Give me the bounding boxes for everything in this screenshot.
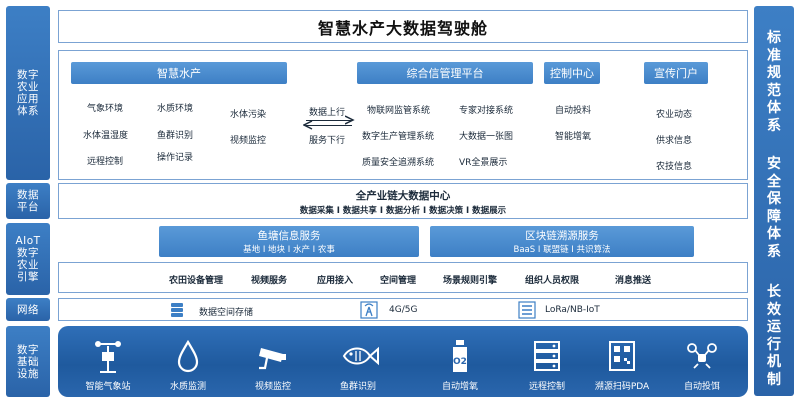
engine-item: 空间管理 bbox=[380, 276, 417, 286]
svg-text:O2: O2 bbox=[453, 357, 467, 367]
app-item: 农技信息 bbox=[656, 162, 693, 172]
engine-item: 场景规则引擎 bbox=[443, 276, 498, 286]
application-layer: 智慧水产 气象环境 水质环境 水体污染 水体温湿度 鱼群识别 视频监控 远程控制… bbox=[58, 50, 748, 180]
qr-code-icon bbox=[609, 341, 635, 371]
infra-label: 自动投饵 bbox=[683, 382, 720, 392]
network-item-label: 数据空间存储 bbox=[199, 308, 254, 318]
blockchain-trace-sub: BaaS I 联盟链 I 共识算法 bbox=[513, 245, 611, 255]
infra-label: 远程控制 bbox=[528, 382, 565, 392]
app-item: 农业动态 bbox=[656, 110, 693, 120]
engine-item: 视频服务 bbox=[251, 276, 288, 286]
weather-station-icon bbox=[95, 341, 121, 373]
blockchain-trace-title: 区块链溯源服务 bbox=[525, 230, 599, 242]
infra-label: 自动增氧 bbox=[441, 382, 478, 392]
app-item: 视频监控 bbox=[230, 136, 267, 146]
portal-header[interactable]: 宣传门户 bbox=[644, 62, 708, 84]
engine-item: 组织人员权限 bbox=[525, 276, 580, 286]
network-item-label: 4G/5G bbox=[389, 305, 418, 315]
app-item: 自动投料 bbox=[555, 106, 592, 116]
infra-label: 溯源扫码PDA bbox=[594, 382, 650, 392]
cctv-camera-icon bbox=[259, 348, 286, 370]
flow-up-label: 数据上行 bbox=[309, 108, 346, 118]
server-icon bbox=[534, 341, 560, 371]
data-platform-box: 全产业链大数据中心 数据采集 I 数据共享 I 数据分析 I 数据决策 I 数据… bbox=[58, 183, 748, 219]
oxygen-bottle-icon: O2 bbox=[453, 340, 467, 372]
network-box: 数据空间存储 4G/5G LoRa/NB-IoT bbox=[58, 298, 748, 321]
app-item: 操作记录 bbox=[157, 153, 194, 163]
infra-auto-feeding[interactable]: 自动投饵 bbox=[662, 326, 742, 397]
page-title: 智慧水产大数据驾驶舱 bbox=[58, 10, 748, 43]
app-item: 水体温湿度 bbox=[83, 131, 129, 141]
app-item: 气象环境 bbox=[87, 104, 124, 114]
app-item: 远程控制 bbox=[87, 157, 124, 167]
standard-system-text: 标准规范体系 bbox=[767, 30, 781, 134]
signal-tower-icon bbox=[360, 301, 378, 319]
app-item: 专家对接系统 bbox=[459, 106, 514, 116]
app-item: 水质环境 bbox=[157, 104, 194, 114]
infra-auto-oxygen[interactable]: O2 自动增氧 bbox=[420, 326, 500, 397]
blockchain-trace-service[interactable]: 区块链溯源服务 BaaS I 联盟链 I 共识算法 bbox=[430, 226, 694, 257]
label-network: 网络 bbox=[6, 298, 50, 321]
fish-info-service[interactable]: 鱼塘信息服务 基地 I 地块 I 水产 I 农事 bbox=[159, 226, 419, 257]
label-data-platform: 数据平台 bbox=[6, 183, 50, 219]
app-item: 大数据一张图 bbox=[459, 132, 514, 142]
infra-label: 视频监控 bbox=[254, 382, 291, 392]
control-center-header[interactable]: 控制中心 bbox=[544, 62, 600, 84]
flow-down-label: 服务下行 bbox=[309, 136, 346, 146]
network-item-label: LoRa/NB-IoT bbox=[545, 305, 600, 315]
infra-video-monitor[interactable]: 视频监控 bbox=[233, 326, 313, 397]
data-center-subtitle: 数据采集 I 数据共享 I 数据分析 I 数据决策 I 数据展示 bbox=[299, 206, 507, 216]
engine-item: 农田设备管理 bbox=[169, 276, 224, 286]
data-center-title: 全产业链大数据中心 bbox=[355, 190, 451, 202]
lora-icon bbox=[518, 301, 536, 319]
engine-item: 应用接入 bbox=[317, 276, 354, 286]
engine-item: 消息推送 bbox=[615, 276, 652, 286]
label-infrastructure: 数字基础设施 bbox=[6, 326, 50, 397]
database-icon bbox=[171, 303, 183, 317]
infra-remote-control[interactable]: 远程控制 bbox=[507, 326, 587, 397]
arrow-right-icon bbox=[345, 115, 355, 125]
app-item: 智能增氧 bbox=[555, 132, 592, 142]
app-item: 数字生产管理系统 bbox=[362, 132, 435, 142]
app-item: 质量安全追溯系统 bbox=[362, 158, 435, 168]
fish-info-service-sub: 基地 I 地块 I 水产 I 农事 bbox=[243, 245, 335, 255]
arrow-left-icon bbox=[303, 120, 313, 130]
water-drop-icon bbox=[177, 339, 199, 373]
smart-aqua-header[interactable]: 智慧水产 bbox=[71, 62, 287, 84]
operation-mechanism-text: 长效运行机制 bbox=[767, 284, 781, 388]
right-guarantee-bar: 标准规范体系 安全保障体系 长效运行机制 bbox=[754, 6, 794, 396]
fish-icon bbox=[342, 346, 379, 366]
label-app-system: 数字农业应用体系 bbox=[6, 6, 50, 180]
infra-weather-station[interactable]: 智能气象站 bbox=[68, 326, 148, 397]
app-item: 鱼群识别 bbox=[157, 131, 194, 141]
engine-items-row: 农田设备管理 视频服务 应用接入 空间管理 场景规则引擎 组织人员权限 消息推送 bbox=[58, 262, 748, 293]
infra-label: 智能气象站 bbox=[85, 382, 131, 392]
infra-label: 鱼群识别 bbox=[339, 382, 376, 392]
app-item: 水体污染 bbox=[230, 110, 267, 120]
fish-info-service-title: 鱼塘信息服务 bbox=[257, 230, 321, 242]
app-item: 物联网监管系统 bbox=[367, 106, 431, 116]
app-item: VR全景展示 bbox=[459, 158, 508, 168]
infra-fish-recognition[interactable]: 鱼群识别 bbox=[318, 326, 398, 397]
infrastructure-bar: 智能气象站 水质监测 视频监控 鱼群识别 O2 自动增氧 远程控制 溯源扫码PD… bbox=[58, 326, 748, 397]
info-platform-header[interactable]: 综合信管理平台 bbox=[357, 62, 533, 84]
infra-trace-scan-pda[interactable]: 溯源扫码PDA bbox=[582, 326, 662, 397]
drone-icon bbox=[687, 343, 717, 369]
infra-label: 水质监测 bbox=[169, 382, 206, 392]
security-system-text: 安全保障体系 bbox=[767, 156, 781, 260]
label-aiot-engine: AIoT数字农业引擎 bbox=[6, 223, 50, 295]
app-item: 供求信息 bbox=[656, 136, 693, 146]
infra-water-quality[interactable]: 水质监测 bbox=[148, 326, 228, 397]
